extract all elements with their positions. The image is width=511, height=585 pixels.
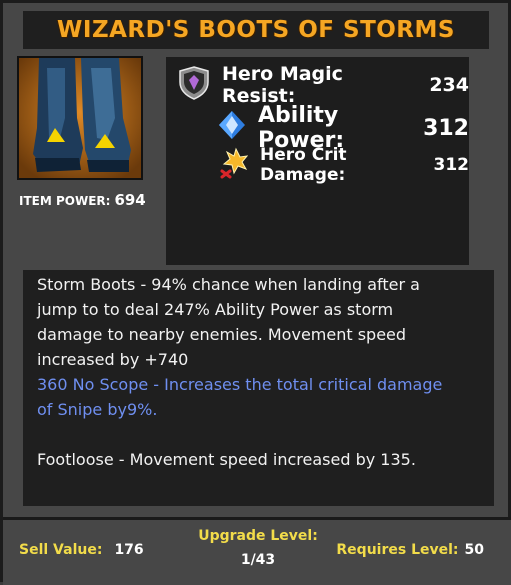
sell-value: Sell Value: 176 [19, 542, 144, 558]
sell-value-label: Sell Value: [19, 542, 103, 558]
item-power-label: ITEM POWER: [19, 194, 111, 208]
storm-boots-icon [17, 56, 143, 180]
diamond-icon [218, 110, 246, 146]
storm-boots-text-line: damage to nearby enemies. Movement speed [37, 325, 407, 344]
stat-magic-resist: Hero Magic Resist: 234 [178, 63, 469, 107]
storm-boots-text-line: Storm Boots - 94% chance when landing af… [37, 275, 420, 294]
requires-level-value: 50 [464, 542, 484, 558]
stat-label: Hero Magic Resist: [222, 63, 343, 107]
item-power: ITEM POWER: 694 [19, 191, 146, 209]
upgrade-level: Upgrade Level: 1/43 [193, 528, 323, 568]
item-power-value: 694 [114, 191, 146, 209]
storm-boots-text-line: jump to to deal 247% Ability Power as st… [37, 300, 394, 319]
storm-boots-text-line: increased by +740 [37, 350, 189, 369]
upgrade-level-label: Upgrade Level: [198, 528, 318, 544]
requires-level-label: Requires Level: [336, 542, 459, 558]
stat-value: 234 [429, 74, 469, 96]
stat-label: Hero Crit Damage: [260, 145, 347, 185]
stat-value: 312 [423, 115, 469, 141]
stat-value: 312 [433, 155, 470, 175]
crit-burst-icon [218, 147, 249, 184]
stats-panel: Hero Magic Resist: 234 Ability Power: 31… [166, 57, 469, 265]
stat-crit-damage: Hero Crit Damage: 312 [218, 145, 469, 185]
requires-level: Requires Level: 50 [336, 542, 484, 558]
description-panel: Storm Boots - 94% chance when landing af… [23, 270, 494, 506]
footloose-text: Footloose - Movement speed increased by … [37, 450, 416, 469]
footer-bar: Sell Value: 176 Upgrade Level: 1/43 Requi… [3, 517, 511, 585]
boots-image [19, 58, 141, 178]
item-tooltip: WIZARD'S BOOTS OF STORMS ITEM POWER:694 [0, 0, 511, 585]
item-title: WIZARD'S BOOTS OF STORMS [57, 17, 455, 43]
no-scope-text-line: 360 No Scope - Increases the total criti… [37, 375, 443, 394]
upgrade-level-value: 1/43 [240, 552, 276, 568]
no-scope-text-line: of Snipe by9%. [37, 400, 158, 419]
sell-value-amount: 176 [114, 542, 144, 558]
shield-icon [178, 65, 210, 105]
title-bar: WIZARD'S BOOTS OF STORMS [23, 11, 489, 49]
